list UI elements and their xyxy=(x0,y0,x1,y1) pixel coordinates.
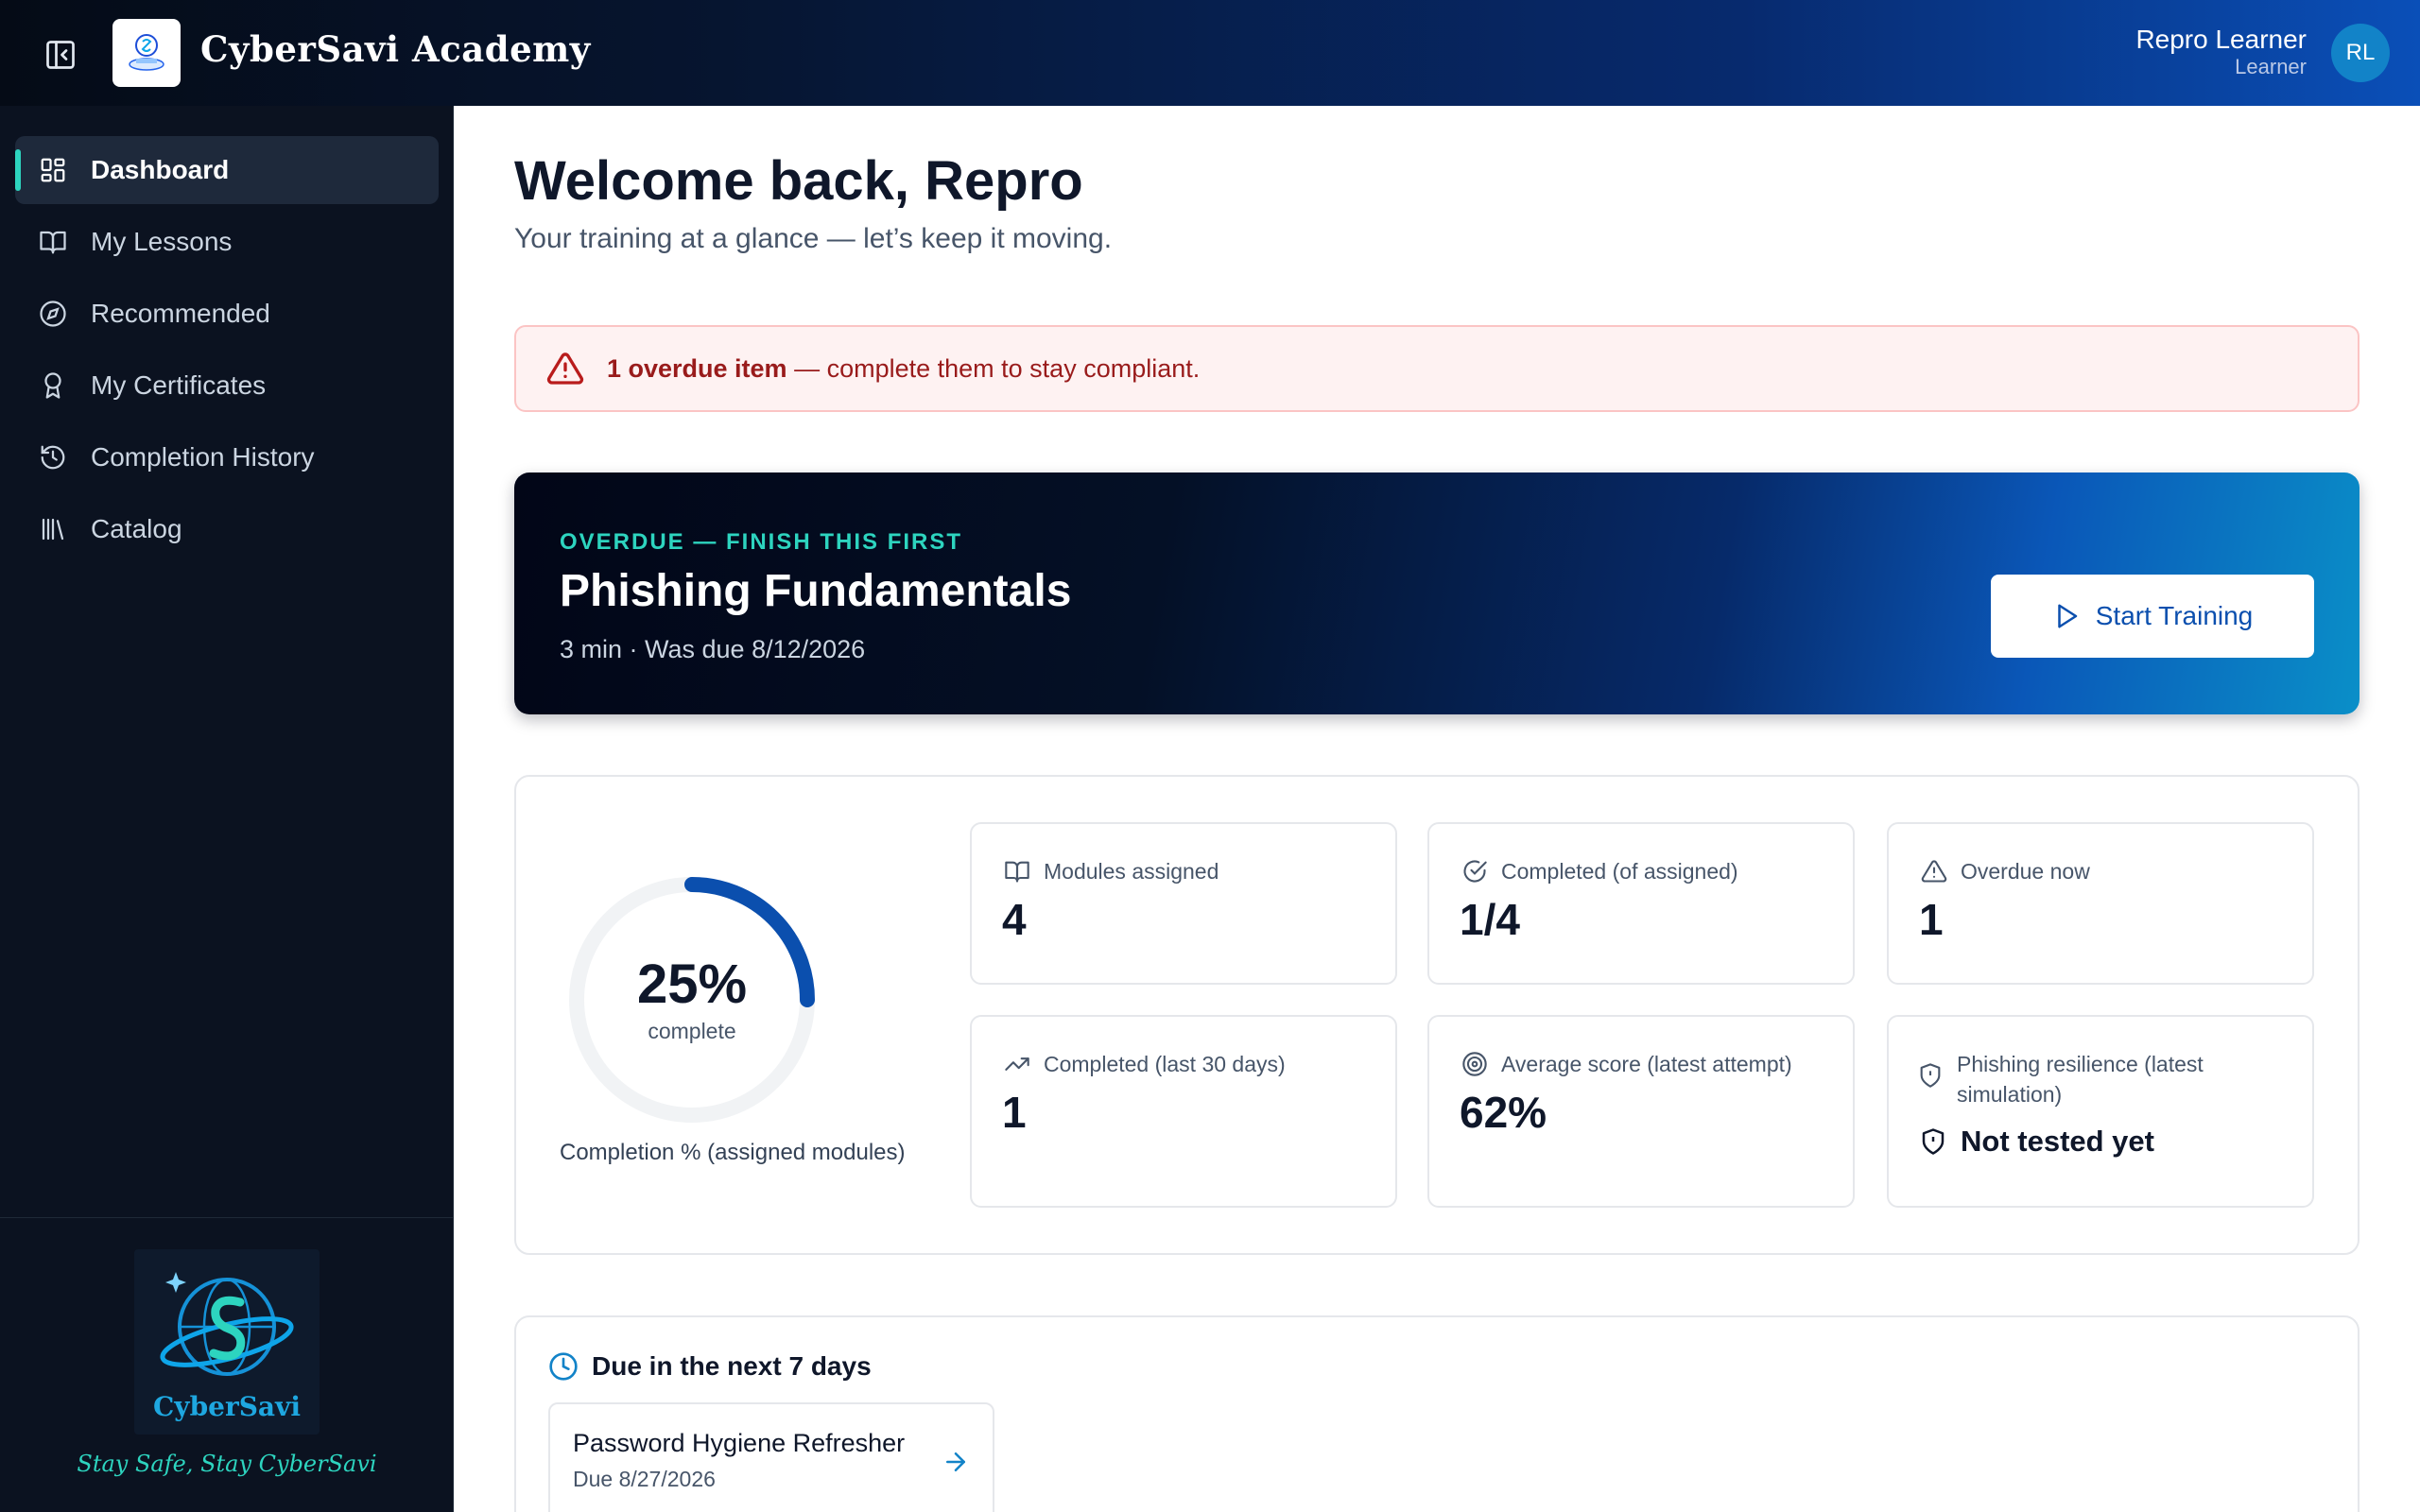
due-item-title: Password Hygiene Refresher xyxy=(573,1429,906,1457)
avatar[interactable]: RL xyxy=(2331,24,2390,82)
library-icon xyxy=(38,514,68,544)
sidebar-item-label: My Lessons xyxy=(91,227,233,256)
stat-value-text: Not tested yet xyxy=(1961,1125,2154,1158)
sidebar-item-label: My Certificates xyxy=(91,370,267,400)
clock-icon xyxy=(549,1352,578,1381)
stat-value: 1 xyxy=(1002,1088,1027,1137)
sidebar-tagline: Stay Safe, Stay CyberSavi xyxy=(77,1451,377,1477)
compass-icon xyxy=(38,299,68,329)
warning-icon xyxy=(546,352,584,385)
start-training-button[interactable]: Start Training xyxy=(1991,575,2314,658)
stat-label: Modules assigned xyxy=(1044,859,1219,884)
stat-value: Not tested yet xyxy=(1919,1125,2154,1159)
stat-card-average-score: Average score (latest attempt) 62% xyxy=(1427,1015,1855,1208)
academy-logo-icon xyxy=(129,34,164,71)
stat-value: 1 xyxy=(1919,895,1944,944)
completion-caption: Completion % (assigned modules) xyxy=(560,1140,906,1165)
globe-logo-icon: CyberSavi xyxy=(153,1272,301,1422)
panel-collapse-icon xyxy=(46,41,75,69)
hero-title: Phishing Fundamentals xyxy=(560,566,1072,616)
shield-icon xyxy=(1920,1063,1941,1088)
stat-card-completed-last-30-days: Completed (last 30 days) 1 xyxy=(970,1015,1397,1208)
stat-label: Completed (last 30 days) xyxy=(1044,1052,1286,1076)
alert-strong-text: 1 overdue item xyxy=(607,353,787,383)
dashboard-icon xyxy=(38,155,68,185)
sidebar-item-recommended[interactable]: Recommended xyxy=(15,280,439,348)
stat-card-overdue-now: Overdue now 1 xyxy=(1887,822,2314,985)
warning-icon xyxy=(1921,860,1947,883)
page-subtitle: Your training at a glance — let’s keep i… xyxy=(514,223,1113,254)
stat-label: Completed (of assigned) xyxy=(1501,859,1738,884)
sidebar-item-completion-history[interactable]: Completion History xyxy=(15,423,439,491)
user-name: Repro Learner xyxy=(2135,25,2307,54)
shield-icon xyxy=(1922,1128,1945,1155)
due-item-date: Due 8/27/2026 xyxy=(573,1467,716,1491)
app-logo[interactable] xyxy=(112,19,181,87)
sidebar-item-my-certificates[interactable]: My Certificates xyxy=(15,352,439,420)
stat-card-modules-assigned: Modules assigned 4 xyxy=(970,822,1397,985)
stat-card-phishing-resilience: Phishing resilience (latest simulation) … xyxy=(1887,1015,2314,1208)
due-soon-heading: Due in the next 7 days xyxy=(592,1351,872,1381)
user-role: Learner xyxy=(2235,55,2307,78)
due-item[interactable]: Password Hygiene Refresher Due 8/27/2026 xyxy=(548,1402,994,1512)
overdue-alert: 1 overdue item — complete them to stay c… xyxy=(514,325,2360,412)
hero-meta: 3 min · Was due 8/12/2026 xyxy=(560,635,866,663)
completion-sub-label: complete xyxy=(648,1019,736,1043)
sidebar-item-my-lessons[interactable]: My Lessons xyxy=(15,208,439,276)
stat-value: 62% xyxy=(1460,1088,1547,1137)
sidebar-item-label: Completion History xyxy=(91,442,315,472)
sidebar-item-catalog[interactable]: Catalog xyxy=(15,495,439,563)
overdue-hero-card: OVERDUE — FINISH THIS FIRST Phishing Fun… xyxy=(514,472,2360,714)
sidebar-item-label: Dashboard xyxy=(91,155,230,184)
stat-label: Phishing resilience (latest simulation) xyxy=(1957,1052,2204,1107)
award-icon xyxy=(38,370,68,401)
sidebar-item-dashboard[interactable]: Dashboard xyxy=(15,136,439,204)
stat-label: Overdue now xyxy=(1961,859,2090,884)
due-soon-panel: Due in the next 7 days Password Hygiene … xyxy=(514,1315,2360,1512)
trending-up-icon xyxy=(1005,1057,1029,1071)
stat-label: Average score (latest attempt) xyxy=(1501,1052,1792,1076)
page-title: Welcome back, Repro xyxy=(514,150,1083,212)
logo-text: CyberSavi xyxy=(153,1391,301,1422)
book-icon xyxy=(1005,861,1029,883)
cybersavi-logo: CyberSavi xyxy=(134,1249,320,1435)
sidebar-toggle-button[interactable] xyxy=(34,28,87,81)
completion-percent: 25% xyxy=(636,954,748,1015)
stat-value: 1/4 xyxy=(1460,895,1520,944)
arrow-right-icon xyxy=(946,1452,965,1471)
app-brand-title: CyberSavi Academy xyxy=(200,28,591,70)
play-icon xyxy=(2057,604,2077,628)
stats-panel: 25% complete Completion % (assigned modu… xyxy=(514,775,2360,1255)
sidebar-item-label: Catalog xyxy=(91,514,182,543)
history-icon xyxy=(38,442,68,472)
hero-kicker: OVERDUE — FINISH THIS FIRST xyxy=(560,529,963,555)
top-bar: CyberSavi Academy Repro Learner Learner … xyxy=(0,0,2420,106)
check-circle-icon xyxy=(1463,860,1487,883)
target-icon xyxy=(1462,1052,1487,1076)
user-info[interactable]: Repro Learner Learner xyxy=(2135,25,2307,79)
book-open-icon xyxy=(38,227,68,257)
stat-value: 4 xyxy=(1002,895,1027,944)
alert-text: — complete them to stay compliant. xyxy=(786,353,1201,383)
sidebar-item-label: Recommended xyxy=(91,299,270,328)
start-training-label: Start Training xyxy=(2095,601,2254,630)
stat-card-completed-of-assigned: Completed (of assigned) 1/4 xyxy=(1427,822,1855,985)
main-content: Welcome back, Repro Your training at a g… xyxy=(454,106,2420,1512)
